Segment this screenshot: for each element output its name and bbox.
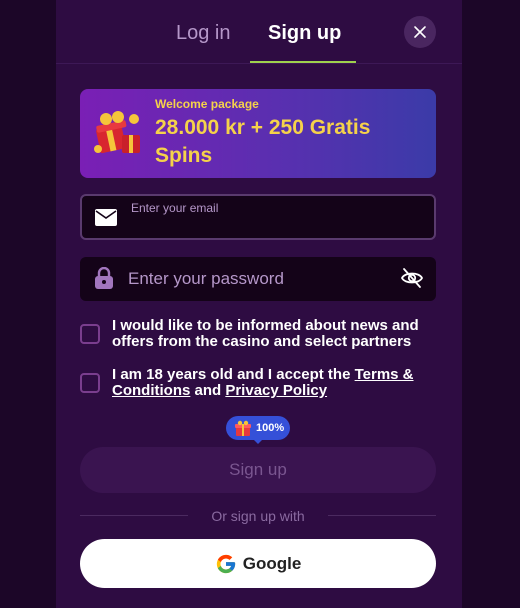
banner-amount: 28.000 kr + 250 Gratis Spins [155, 116, 371, 167]
progress-badge-pointer [252, 438, 264, 444]
email-label: Enter your email [131, 201, 219, 215]
google-signup-button[interactable]: Google [80, 539, 436, 588]
progress-badge: 100% [226, 416, 290, 444]
page-backdrop-right [462, 0, 520, 608]
divider-left [80, 515, 188, 516]
news-consent-checkbox[interactable] [80, 324, 100, 344]
tab-signup[interactable]: Sign up [268, 22, 341, 45]
close-icon [414, 26, 426, 38]
gift-icon [235, 420, 251, 436]
tab-login[interactable]: Log in [176, 22, 231, 45]
auth-tabs: Log in Sign up [56, 0, 462, 64]
envelope-icon [95, 209, 117, 226]
google-icon [216, 554, 235, 573]
privacy-link[interactable]: Privacy Policy [225, 382, 327, 399]
age-terms-checkbox[interactable] [80, 373, 100, 393]
news-consent-text: I would like to be informed about news a… [112, 317, 419, 350]
google-button-label: Google [242, 553, 302, 573]
eye-off-icon[interactable] [400, 267, 424, 289]
age-terms-and: and [190, 382, 226, 399]
signup-modal: Log in Sign up Welcome package 28.000 kr… [56, 0, 462, 608]
password-field[interactable] [80, 257, 436, 301]
signup-button[interactable]: Sign up [80, 447, 436, 493]
age-terms-prefix: I am 18 years old and I accept the [112, 366, 355, 383]
email-input[interactable] [131, 218, 421, 236]
welcome-banner: Welcome package 28.000 kr + 250 Gratis S… [80, 89, 436, 178]
divider-text: Or sign up with [211, 508, 305, 524]
divider-right [328, 515, 436, 516]
active-tab-indicator [250, 61, 356, 63]
age-terms-text: I am 18 years old and I accept the Terms… [112, 367, 442, 399]
lock-icon [95, 267, 113, 289]
email-field[interactable]: Enter your email [80, 194, 436, 240]
banner-title: Welcome package [155, 97, 259, 111]
progress-label: 100% [256, 422, 285, 434]
page-backdrop-left [0, 0, 56, 608]
gift-icon [94, 111, 140, 154]
password-input[interactable] [128, 267, 378, 291]
close-button[interactable] [404, 16, 436, 48]
